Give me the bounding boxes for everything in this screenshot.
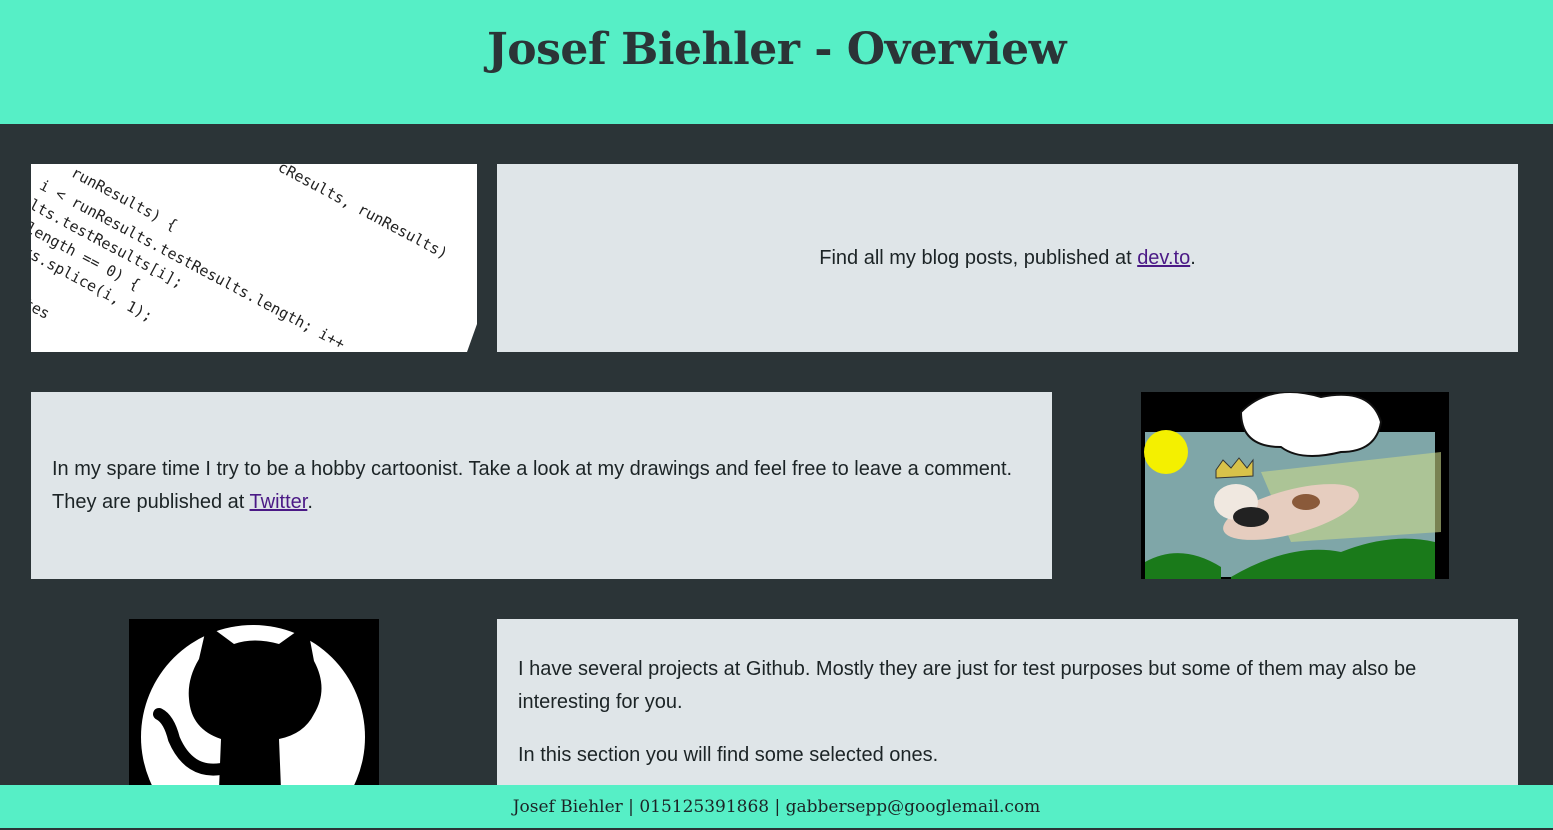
cartoon-text: In my spare time I try to be a hobby car… — [52, 453, 1031, 519]
cartoon-card: In my spare time I try to be a hobby car… — [31, 392, 1052, 579]
blog-text: Find all my blog posts, published at dev… — [819, 242, 1196, 275]
blog-text-suffix: . — [1190, 246, 1196, 269]
blog-card: Find all my blog posts, published at dev… — [497, 164, 1518, 352]
site-footer: Josef Biehler | 015125391868 | gabbersep… — [0, 785, 1553, 828]
code-screenshot-image: runResults) { i < runResults.testResults… — [31, 164, 477, 352]
cartoon-text-suffix: . — [307, 490, 313, 513]
twitter-link[interactable]: Twitter — [250, 491, 308, 513]
flying-cat-cartoon-image — [1141, 392, 1449, 579]
github-text-intro: I have several projects at Github. Mostl… — [518, 658, 1417, 713]
github-text-selection: In this section you will find some selec… — [518, 744, 939, 766]
site-header: Josef Biehler - Overview — [0, 0, 1553, 124]
github-card: I have several projects at Github. Mostl… — [497, 619, 1518, 799]
blog-text-prefix: Find all my blog posts, published at — [819, 246, 1138, 269]
page-title: Josef Biehler - Overview — [486, 24, 1067, 75]
footer-contact-text: Josef Biehler | 015125391868 | gabbersep… — [512, 797, 1041, 817]
github-octocat-logo — [129, 619, 379, 789]
cartoon-text-prefix: In my spare time I try to be a hobby car… — [52, 457, 1013, 513]
devto-link[interactable]: dev.to — [1137, 247, 1190, 269]
